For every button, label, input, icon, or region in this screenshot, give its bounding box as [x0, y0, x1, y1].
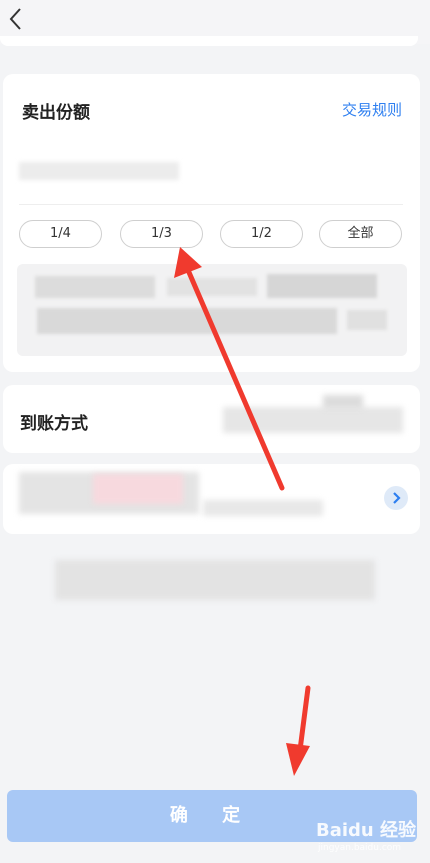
bank-subtitle-blurred	[203, 500, 323, 516]
method-value-blurred-2	[323, 395, 363, 409]
arrival-method-title: 到账方式	[20, 414, 88, 434]
arrow-to-confirm	[297, 685, 311, 753]
chevron-left-icon[interactable]	[6, 6, 28, 32]
previous-card-edge	[0, 36, 418, 46]
divider	[19, 204, 403, 205]
notice-text-blurred	[55, 560, 375, 600]
watermark-brand: Baidu 经验	[316, 820, 417, 841]
bank-logo-blurred	[93, 474, 183, 504]
chip-one-half[interactable]: 1/2	[220, 220, 303, 248]
method-value-blurred	[223, 407, 403, 433]
info-box-blurred	[17, 264, 407, 356]
chip-one-third[interactable]: 1/3	[120, 220, 203, 248]
chevron-right-icon[interactable]	[384, 486, 408, 510]
sell-shares-title: 卖出份额	[22, 103, 90, 123]
sell-shares-card: 卖出份额 交易规则 1/4 1/3 1/2 全部	[3, 74, 420, 372]
chip-one-quarter[interactable]: 1/4	[19, 220, 102, 248]
arrival-method-card: 到账方式	[3, 385, 420, 453]
arrow-head-confirm	[286, 743, 310, 776]
trade-rules-link[interactable]: 交易规则	[342, 99, 402, 120]
chip-all[interactable]: 全部	[319, 220, 402, 248]
sell-amount-input[interactable]	[19, 157, 403, 189]
bank-card-row[interactable]	[3, 464, 420, 534]
watermark-url: jingyan.baidu.com	[318, 843, 402, 853]
